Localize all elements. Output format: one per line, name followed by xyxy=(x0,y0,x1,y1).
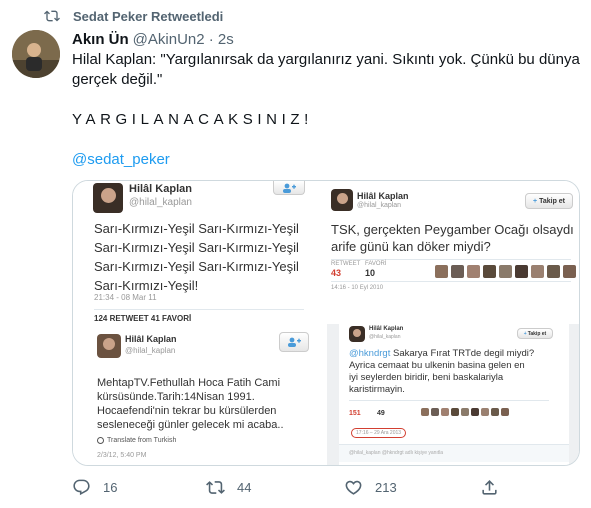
retweet-stat-label: RETWEET xyxy=(331,261,361,267)
globe-icon xyxy=(97,437,104,444)
tweet-shot-divider xyxy=(331,281,571,282)
tweet-shot-handle: @hilal_kaplan xyxy=(357,202,402,209)
follow-button-label: Takip et xyxy=(539,197,566,205)
retweeter-avatars xyxy=(421,408,509,416)
tweet-shot-divider xyxy=(94,309,304,310)
author-handle-time[interactable]: @AkinUn2 · 2s xyxy=(133,30,234,50)
tweet-actions: 16 44 213 xyxy=(72,478,542,502)
retweet-button[interactable]: 44 xyxy=(206,478,251,497)
tweet-shot-name: Hilâl Kaplan xyxy=(357,191,409,201)
share-button[interactable] xyxy=(480,478,511,497)
favorite-stat-value: 49 xyxy=(377,410,385,417)
tweet-shot-line: kürsüsünde.Tarih:14Nisan 1991. xyxy=(97,391,255,403)
tweet-shot-stats: 124 RETWEET 41 FAVORİ xyxy=(94,314,192,322)
tweet-shot-line: Sarı-Kırmızı-Yeşil Sarı-Kırmızı-Yeşil xyxy=(94,221,299,236)
author-name[interactable]: Akın Ün xyxy=(72,30,129,50)
retweet-stat-value: 43 xyxy=(331,268,342,278)
tweet-shot-line: sesleneceği günler gelecek mi acaba.. xyxy=(97,419,284,431)
hilal-avatar xyxy=(97,334,121,358)
retweeted-by-label: Sedat Peker Retweetledi xyxy=(73,8,224,24)
reply-count: 16 xyxy=(103,480,118,495)
tweet-shot-line: Sarı-Kırmızı-Yeşil Sarı-Kırmızı-Yeşil xyxy=(94,240,299,255)
retweet-stat-value: 151 xyxy=(349,410,361,417)
tweet-text: Hilal Kaplan: "Yargılanırsak da yargılan… xyxy=(72,51,584,88)
tweet-shot-time: 2/3/12, 5:40 PM xyxy=(97,452,147,459)
tweet-shot-time: 21:34 - 08 Mar 11 xyxy=(94,293,157,302)
retweeter-avatars xyxy=(435,265,576,278)
retweet-count: 44 xyxy=(237,480,252,495)
hilal-avatar xyxy=(331,189,353,211)
reply-placeholder: @hilal_kaplan @hkndrgt adlı kişiye yanıt… xyxy=(349,450,444,456)
media-image-1[interactable]: Hilâl Kaplan @hilal_kaplan Sarı-Kırmızı-… xyxy=(73,181,325,322)
tweet-shot-line: Hocaefendi'nin tekrar bu kürsülerden xyxy=(97,405,277,417)
tweet-shot-name: Hilâl Kaplan xyxy=(129,183,192,195)
hilal-avatar xyxy=(349,326,365,342)
follow-icon xyxy=(279,332,309,352)
media-grid: Hilâl Kaplan @hilal_kaplan Sarı-Kırmızı-… xyxy=(72,180,580,466)
translate-link: Translate from Turkish xyxy=(97,437,176,444)
tweet-shot-name: Hilâl Kaplan xyxy=(125,334,177,344)
author-avatar-image xyxy=(12,30,60,78)
media-image-4[interactable]: Hilâl Kaplan @hilal_kaplan + Takip et @hk… xyxy=(327,324,579,465)
media-image-2[interactable]: Hilâl Kaplan @hilal_kaplan + Takip et TSK… xyxy=(327,181,579,322)
follow-button: + Takip et xyxy=(517,328,553,339)
tweet-shot-line: MehtapTV.Fethullah Hoca Fatih Cami xyxy=(97,377,281,389)
tweet-shot-name: Hilâl Kaplan xyxy=(369,326,404,332)
tweet-shot-divider xyxy=(349,400,549,401)
tweet-header: Akın Ün @AkinUn2 · 2s xyxy=(72,30,234,50)
author-avatar[interactable] xyxy=(12,30,60,78)
share-icon xyxy=(482,480,497,495)
retweet-icon xyxy=(44,10,60,22)
follow-button: + Takip et xyxy=(525,193,573,209)
tweet-shot-line: @hkndrgt Sakarya Fırat TRTde degil miydi… xyxy=(349,348,534,360)
tweet-shot-body: MehtapTV.Fethullah Hoca Fatih Cami kürsü… xyxy=(97,376,284,432)
tweet-shot-mention: @hkndrgt Sakarya Fırat TRTde degil miydi… xyxy=(349,348,535,359)
reply-icon xyxy=(73,479,90,496)
tweet-shot-line: Sarı-Kırmızı-Yeşil Sarı-Kırmızı-Yeşil xyxy=(94,259,299,274)
tweet-shot-divider xyxy=(331,259,571,260)
favorite-stat-label: FAVORİ xyxy=(365,261,387,267)
tweet-shot-time: 14:16 - 10 Eyl 2010 xyxy=(331,285,384,291)
tweet-shot-body: Sarı-Kırmızı-Yeşil Sarı-Kırmızı-Yeşil Sa… xyxy=(94,219,299,295)
follow-icon xyxy=(273,181,305,195)
favorite-stat-value: 10 xyxy=(365,268,376,278)
media-image-3[interactable]: Hilâl Kaplan @hilal_kaplan MehtapTV.Feth… xyxy=(73,324,325,465)
retweeted-by-bar[interactable]: Sedat Peker Retweetledi xyxy=(44,6,223,26)
hilal-avatar xyxy=(93,183,123,213)
translate-label: Translate from Turkish xyxy=(107,437,177,444)
mention-link[interactable]: @sedat_peker xyxy=(72,150,170,170)
tweet-shot-line: Ayrica cemaat bu ulkenin basina gelen en xyxy=(349,360,525,371)
media-gap-horizontal xyxy=(73,322,579,324)
tweet-shot-line: TSK, gerçekten Peygamber Ocağı olsaydı xyxy=(331,222,574,237)
like-button[interactable]: 213 xyxy=(344,478,397,497)
tweet-shot-line: karistirmayin. xyxy=(349,384,405,395)
tweet-shot-handle: @hilal_kaplan xyxy=(129,197,192,208)
tweet-shot-handle: @hilal_kaplan xyxy=(369,334,401,340)
tweet-shot-body: TSK, gerçekten Peygamber Ocağı olsaydı a… xyxy=(331,221,574,255)
tweet-shot-handle: @hilal_kaplan xyxy=(125,346,176,355)
tweet-shot-line: iyi seylerden biridir, beni baskalariyla xyxy=(349,372,504,383)
follow-button-label: Takip et xyxy=(527,330,547,337)
like-count: 213 xyxy=(375,480,397,495)
retweet-icon xyxy=(206,481,225,494)
heart-icon xyxy=(345,480,362,495)
tweet-shot-time-circled: 17:16 – 29 Ara 2013 xyxy=(351,428,407,438)
tweet-shot-line: arife günü kan döker miydi? xyxy=(331,239,491,254)
tweet-shout-line: YARGILANACAKSINIZ! xyxy=(72,111,313,128)
tweet-shot-body: @hkndrgt Sakarya Fırat TRTde degil miydi… xyxy=(349,348,534,396)
reply-button[interactable]: 16 xyxy=(72,478,117,497)
